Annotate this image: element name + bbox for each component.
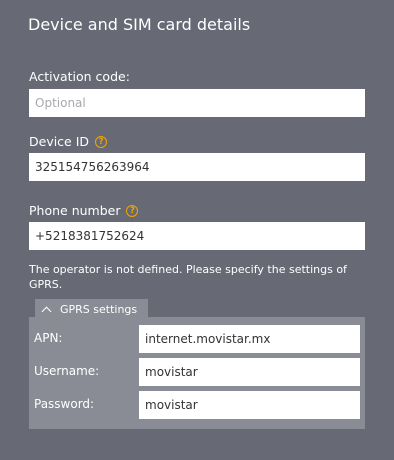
gprs-settings-title: GPRS settings (60, 302, 138, 316)
phone-number-label-text: Phone number (29, 203, 121, 218)
activation-code-input[interactable] (29, 89, 365, 117)
device-id-label-text: Device ID (29, 134, 90, 149)
phone-number-input[interactable] (29, 222, 365, 250)
username-label: Username: (34, 364, 100, 378)
apn-input[interactable] (139, 325, 360, 353)
help-icon[interactable]: ? (126, 204, 139, 217)
activation-code-label: Activation code: (29, 69, 130, 84)
apn-label: APN: (34, 331, 63, 345)
operator-notice: The operator is not defined. Please spec… (29, 263, 347, 291)
device-id-label: Device ID ? (29, 134, 108, 149)
password-input[interactable] (139, 391, 360, 419)
help-icon[interactable]: ? (95, 135, 108, 148)
device-id-input[interactable] (29, 153, 365, 181)
username-input[interactable] (139, 358, 360, 386)
chevron-up-icon (41, 306, 52, 316)
activation-code-label-text: Activation code: (29, 69, 130, 84)
password-label: Password: (34, 397, 95, 411)
gprs-settings-toggle[interactable]: GPRS settings (35, 299, 148, 319)
phone-number-label: Phone number ? (29, 203, 139, 218)
page-title: Device and SIM card details (28, 15, 251, 34)
